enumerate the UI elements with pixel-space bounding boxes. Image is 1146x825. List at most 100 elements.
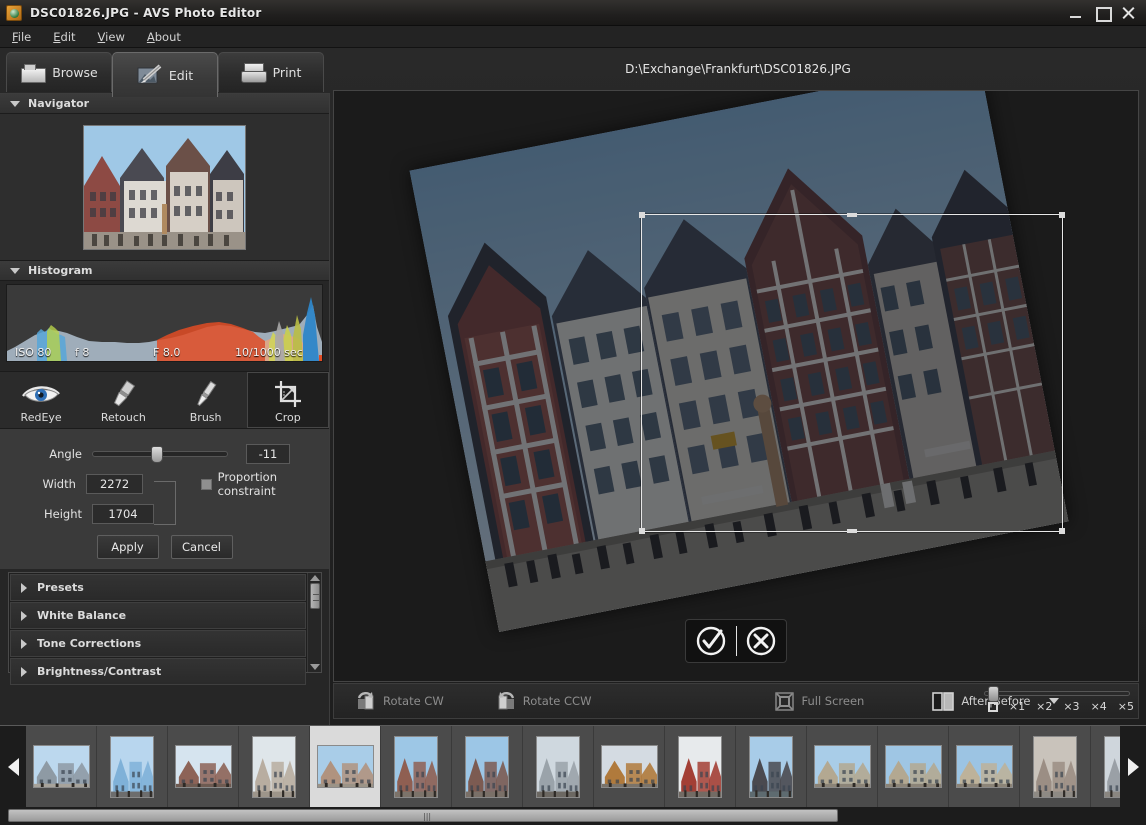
navigator-thumbnail[interactable] [83,125,246,250]
x-circle-icon [744,624,778,658]
tab-print-label: Print [273,65,302,80]
window-title: DSC01826.JPG - AVS Photo Editor [30,6,261,20]
accordion-item-tone-corrections[interactable]: Tone Corrections [10,630,306,657]
zoom-slider-knob[interactable] [988,686,999,702]
scrollbar-track[interactable] [308,609,321,664]
filmstrip-thumbnail[interactable] [665,726,736,808]
crop-selection-rectangle[interactable] [641,214,1063,532]
crop-handle-nw[interactable] [639,212,645,218]
apply-button[interactable]: Apply [97,535,159,559]
crop-handle-se[interactable] [1059,528,1065,534]
tab-edit-label: Edit [169,68,193,83]
accordion-label: Tone Corrections [37,637,141,650]
minimize-icon[interactable] [1068,5,1084,21]
proportion-constraint[interactable]: Proportion constraint [201,470,329,498]
tool-brush[interactable]: Brush [165,372,247,428]
app-icon [6,5,22,21]
tab-print[interactable]: Print [218,52,324,92]
histogram-title: Histogram [28,264,93,277]
crop-handle-sw[interactable] [639,528,645,534]
angle-slider[interactable] [92,451,228,457]
zoom-x3[interactable]: ×3 [1063,700,1079,713]
maximize-icon[interactable] [1094,5,1110,21]
filmstrip-thumbnail[interactable] [807,726,878,808]
zoom-x2[interactable]: ×2 [1036,700,1052,713]
filmstrip-thumbnail[interactable] [523,726,594,808]
height-field[interactable]: 1704 [92,504,154,524]
tool-redeye[interactable]: RedEye [0,372,82,428]
cancel-crop-button[interactable] [737,624,787,658]
filmstrip-thumbnail[interactable] [239,726,310,808]
thumb-glass-building [110,736,154,798]
menu-item-edit[interactable]: Edit [51,28,77,46]
close-icon[interactable] [1120,5,1136,21]
expand-triangle-icon [21,639,27,649]
folder-icon [20,62,46,84]
rotate-cw-button[interactable]: Rotate CW [344,691,456,711]
filmstrip-track[interactable] [26,726,1120,808]
scroll-up-arrow-icon[interactable] [310,575,320,581]
scroll-down-arrow-icon[interactable] [310,664,320,670]
filmstrip-prev-button[interactable] [0,726,26,807]
proportion-checkbox[interactable] [201,479,211,490]
filmstrip-thumbnail[interactable] [310,726,381,808]
accordion-item-brightness-contrast[interactable]: Brightness/Contrast [10,658,306,685]
tool-button-row: RedEye Retouch [0,371,329,429]
navigator-header[interactable]: Navigator [0,94,329,114]
filmstrip-thumbnail[interactable] [949,726,1020,808]
cancel-button[interactable]: Cancel [171,535,233,559]
zoom-x5[interactable]: ×5 [1118,700,1134,713]
accordion-item-presets[interactable]: Presets [10,574,306,601]
full-screen-button[interactable]: Full Screen [763,692,876,711]
histogram-aperture-full: F 8.0 [153,346,180,359]
rotate-cw-label: Rotate CW [383,694,444,708]
scrollbar-thumb[interactable] [310,583,320,609]
zoom-slider[interactable] [984,691,1130,696]
avs-photo-editor-window: DSC01826.JPG - AVS Photo Editor File Edi… [0,0,1146,825]
thumb-golden-statue [601,745,658,788]
width-field[interactable]: 2272 [86,474,144,494]
angle-value-field[interactable]: -11 [246,444,290,464]
filmstrip-thumbnail[interactable] [26,726,97,808]
thumb-roemerberg-square [317,745,374,788]
filmstrip-thumbnail[interactable] [878,726,949,808]
filmstrip-horizontal-scrollbar[interactable]: ||| [0,807,1146,825]
tab-browse[interactable]: Browse [6,52,112,92]
confirm-crop-button[interactable] [686,624,736,658]
filmstrip-thumbnail[interactable] [381,726,452,808]
filmstrip-thumbnail[interactable] [736,726,807,808]
filmstrip-thumbnail[interactable] [1020,726,1091,808]
image-canvas[interactable] [333,90,1139,682]
zoom-x4[interactable]: ×4 [1091,700,1107,713]
filmstrip-thumbnail[interactable] [168,726,239,808]
fit-to-window-icon[interactable] [988,702,998,712]
filmstrip-thumbnail[interactable] [97,726,168,808]
rotate-cw-icon [356,691,376,711]
left-tool-panel: Navigator [0,93,330,773]
tool-crop[interactable]: Crop [247,372,329,428]
menu-item-file[interactable]: File [10,28,33,46]
menu-item-view[interactable]: View [96,28,127,46]
menu-item-about[interactable]: About [145,28,183,46]
tool-retouch[interactable]: Retouch [82,372,164,428]
retouch-brush-icon [106,379,140,409]
filmstrip-scroll-thumb[interactable]: ||| [8,809,838,822]
tab-edit[interactable]: Edit [112,52,218,97]
proportion-label: Proportion constraint [218,470,329,498]
histogram-metadata: ISO 80 f 8 F 8.0 10/1000 sec [7,345,322,360]
filmstrip-next-button[interactable] [1120,726,1146,807]
accordion-item-white-balance[interactable]: White Balance [10,602,306,629]
filmstrip-thumbnail[interactable] [1091,726,1120,808]
crop-handle-n[interactable] [847,213,857,217]
filmstrip-thumbnail[interactable] [452,726,523,808]
filmstrip-thumbnail[interactable] [594,726,665,808]
effects-accordion: Presets White Balance Tone Corrections B… [8,572,322,673]
zoom-x1[interactable]: ×1 [1009,700,1025,713]
rotate-ccw-button[interactable]: Rotate CCW [484,691,604,711]
angle-slider-knob[interactable] [151,446,163,463]
crop-handle-s[interactable] [847,529,857,533]
crop-handle-ne[interactable] [1059,212,1065,218]
accordion-scrollbar[interactable] [307,573,321,672]
histogram-header[interactable]: Histogram [0,261,329,281]
thumb-highway-skyline [33,745,90,788]
